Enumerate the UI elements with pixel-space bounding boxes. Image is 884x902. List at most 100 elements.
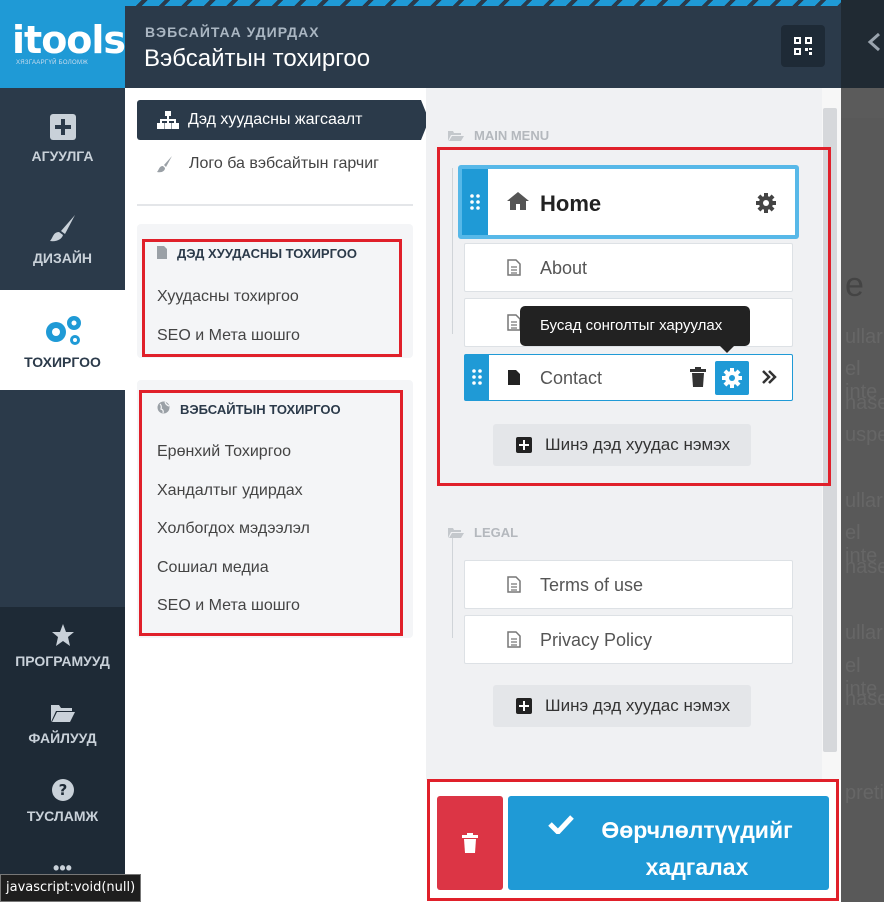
- preview-text: hase: [845, 688, 884, 710]
- tooltip-text: Бусад сонголтыг харуулах: [540, 317, 723, 334]
- link-seo-meta-site[interactable]: SEO и Мета шошго: [157, 597, 300, 615]
- preview-text: ullar: [845, 490, 883, 512]
- scrollbar-thumb[interactable]: [823, 108, 837, 752]
- link-social-media[interactable]: Сошиал медиа: [157, 559, 269, 577]
- app-window: itools ХЯЗГААРГҮЙ БОЛОМЖ АГУУЛГА ДИЗАЙН …: [0, 0, 884, 902]
- brush-icon: [49, 215, 75, 242]
- rail-item-label: ТУСЛАМЖ: [26, 808, 99, 824]
- chevron-left-icon: [867, 32, 880, 52]
- page-header: [125, 0, 841, 88]
- preview-text: usper: [845, 424, 884, 446]
- folder-open-icon: [448, 131, 464, 141]
- gear-icon[interactable]: [756, 193, 776, 213]
- link-contact-info[interactable]: Холбогдох мэдээлэл: [157, 520, 310, 538]
- page-item-about[interactable]: About: [464, 243, 793, 292]
- plus-square-icon: [49, 114, 76, 140]
- main-sidebar: itools ХЯЗГААРГҮЙ БОЛОМЖ АГУУЛГА ДИЗАЙН …: [0, 0, 126, 902]
- link-general-settings[interactable]: Ерөнхий Тохиргоо: [157, 443, 291, 461]
- page-item-contact[interactable]: Contact: [464, 354, 793, 401]
- trash-icon[interactable]: [689, 367, 707, 387]
- trash-icon: [462, 833, 478, 853]
- grip-icon: [470, 194, 480, 210]
- file-icon: [508, 370, 520, 385]
- file-icon: [157, 246, 167, 259]
- rail-item-settings-active[interactable]: ТОХИРГОО: [0, 290, 125, 390]
- preview-text: hase: [845, 556, 884, 578]
- sitemap-icon: [157, 111, 179, 129]
- rail-item-label: ПРОГРАМУУД: [15, 653, 110, 669]
- link-access-control[interactable]: Хандалтыг удирдах: [157, 482, 303, 500]
- tree-line: [452, 536, 453, 638]
- tooltip: Бусад сонголтыг харуулах: [520, 306, 750, 353]
- svg-text:?: ?: [58, 781, 67, 799]
- file-text-icon: [507, 314, 521, 331]
- rail-item-label: АГУУЛГА: [31, 148, 94, 164]
- add-subpage-button[interactable]: Шинэ дэд хуудас нэмэх: [493, 424, 751, 466]
- home-icon: [507, 192, 529, 210]
- page-title: Вэбсайтын тохиргоо: [144, 45, 371, 72]
- rail-item-design[interactable]: ДИЗАЙН: [0, 212, 125, 266]
- question-circle-icon: ?: [51, 779, 74, 801]
- menu-item-label: Дэд хуудасны жагсаалт: [188, 111, 363, 128]
- page-title: About: [540, 258, 588, 278]
- website-settings-panel: ВЭБСАЙТЫН ТОХИРГОО Ерөнхий Тохиргоо Ханд…: [137, 380, 413, 638]
- folder-open-icon: [50, 705, 75, 722]
- add-subpage-button-legal[interactable]: Шинэ дэд хуудас нэмэх: [493, 685, 751, 727]
- page-title: Home: [540, 191, 602, 216]
- rail-item-label: ФАЙЛУУД: [28, 730, 97, 746]
- grip-icon: [472, 369, 482, 385]
- rail-item-help[interactable]: ? ТУСЛАМЖ: [0, 778, 125, 824]
- button-label: Шинэ дэд хуудас нэмэх: [545, 696, 731, 715]
- file-text-icon: [507, 259, 521, 276]
- page-item-home[interactable]: Home: [458, 165, 799, 239]
- link-page-settings[interactable]: Хуудасны тохиргоо: [157, 288, 299, 306]
- qr-code-icon: [794, 37, 812, 55]
- qr-code-button[interactable]: [781, 25, 825, 67]
- panel-title: ВЭБСАЙТЫН ТОХИРГОО: [180, 402, 341, 417]
- star-icon: [51, 624, 74, 646]
- preview-text: e: [845, 266, 864, 304]
- gear-icon: [722, 368, 742, 388]
- menu-item-logo-title[interactable]: Лого ба вэбсайтын гарчиг: [137, 144, 413, 184]
- page-title: Contact: [540, 368, 603, 388]
- subpage-settings-panel: ДЭД ХУУДАСНЫ ТОХИРГОО Хуудасны тохиргоо …: [137, 224, 413, 358]
- delete-button[interactable]: [437, 796, 503, 890]
- rail-item-content[interactable]: АГУУЛГА: [0, 112, 125, 164]
- drag-handle[interactable]: [462, 169, 488, 235]
- pages-panel: MAIN MENU Home About Contact Бусад сонго…: [426, 88, 841, 902]
- page-title: Privacy Policy: [540, 630, 653, 650]
- gears-icon: [46, 316, 81, 345]
- collapse-panel-button[interactable]: [841, 0, 884, 88]
- breadcrumb: ВЭБСАЙТАА УДИРДАХ: [145, 24, 320, 40]
- header-stripes: [125, 0, 841, 6]
- rail-item-label: ДИЗАЙН: [32, 250, 93, 266]
- file-text-icon: [507, 631, 521, 648]
- page-item-terms[interactable]: Terms of use: [464, 560, 793, 609]
- logo[interactable]: itools ХЯЗГААРГҮЙ БОЛОМЖ: [0, 0, 126, 88]
- preview-text: preti: [845, 782, 884, 804]
- rail-item-apps[interactable]: ПРОГРАМУУД: [0, 623, 125, 669]
- link-seo-meta[interactable]: SEO и Мета шошго: [157, 327, 300, 345]
- status-bar-url: javascript:void(null): [0, 874, 142, 902]
- menu-item-subpage-list[interactable]: Дэд хуудасны жагсаалт: [137, 100, 429, 140]
- panel-title: ДЭД ХУУДАСНЫ ТОХИРГОО: [177, 246, 358, 261]
- settings-menu: Дэд хуудасны жагсаалт Лого ба вэбсайтын …: [125, 88, 429, 902]
- double-chevron-right-icon[interactable]: [761, 370, 777, 384]
- brush-icon: [157, 156, 172, 173]
- page-item-privacy[interactable]: Privacy Policy: [464, 615, 793, 664]
- check-icon: [548, 815, 574, 834]
- folder-open-icon: [448, 528, 464, 538]
- file-text-icon: [507, 576, 521, 593]
- background-preview: e ullar el inte hase usper ullar el inte…: [841, 0, 884, 902]
- drag-handle[interactable]: [465, 355, 489, 400]
- rail-item-files[interactable]: ФАЙЛУУД: [0, 702, 125, 746]
- button-label: Шинэ дэд хуудас нэмэх: [545, 435, 731, 454]
- page-title: Terms of use: [540, 575, 644, 595]
- globe-icon: [157, 401, 170, 414]
- preview-text: ullar: [845, 622, 883, 644]
- page-settings-button[interactable]: [715, 361, 749, 395]
- preview-text: ullar: [845, 326, 883, 348]
- save-changes-button[interactable]: Өөрчлөлтүүдийг хадгалах: [508, 796, 829, 890]
- section-label-main-menu: MAIN MENU: [474, 128, 550, 143]
- button-label: Өөрчлөлтүүдийг хадгалах: [601, 817, 793, 880]
